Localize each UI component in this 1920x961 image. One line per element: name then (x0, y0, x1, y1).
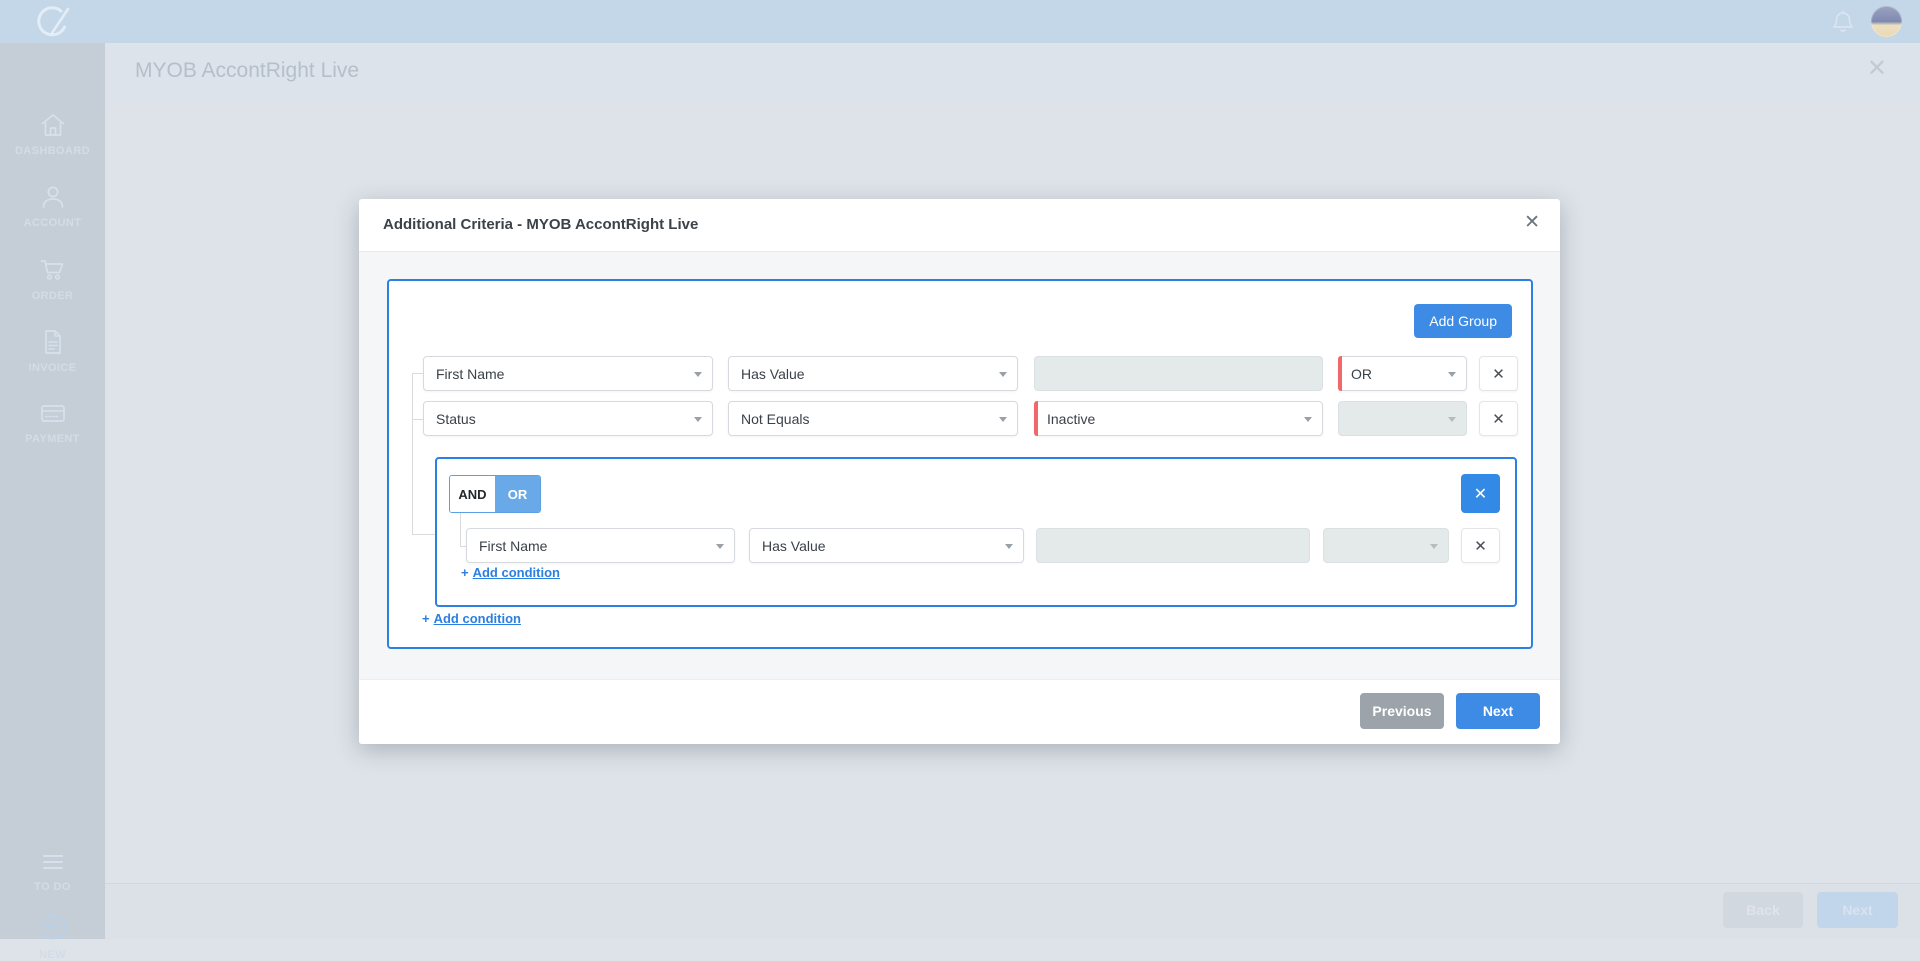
sidebar-item-order[interactable]: ORDER (0, 256, 105, 302)
previous-button[interactable]: Previous (1360, 693, 1444, 729)
sidebar-item-label: TO DO (0, 881, 105, 893)
chevron-down-icon (694, 372, 702, 377)
field-select-value: Status (436, 411, 476, 427)
sidebar-item-payment[interactable]: PAYMENT (0, 401, 105, 445)
condition-row: Status Not Equals Inactive ✕ (389, 401, 1531, 436)
next-button[interactable]: Next (1456, 693, 1540, 729)
sidebar-item-label: NEW (0, 949, 105, 961)
sidebar-item-account[interactable]: ACCOUNT (0, 183, 105, 229)
user-avatar[interactable] (1871, 6, 1902, 37)
home-icon (38, 111, 68, 139)
remove-group-button[interactable]: ✕ (1461, 474, 1500, 513)
user-icon (38, 183, 68, 211)
chevron-down-icon (694, 417, 702, 422)
plus-icon: + (422, 611, 430, 626)
sidebar-item-invoice[interactable]: INVOICE (0, 328, 105, 374)
additional-criteria-modal: Additional Criteria - MYOB AccontRight L… (359, 199, 1560, 744)
chevron-down-icon (1005, 544, 1013, 549)
sidebar-nav: DASHBOARD ACCOUNT ORDER INVOICE PAYMENT (0, 43, 105, 939)
add-group-button[interactable]: Add Group (1414, 304, 1512, 338)
sidebar-item-todo[interactable]: TO DO (0, 849, 105, 893)
next-button[interactable]: Next (1817, 892, 1898, 928)
required-indicator (1034, 401, 1038, 436)
condition-row: First Name Has Value OR ✕ (389, 356, 1531, 391)
required-indicator (1338, 356, 1342, 391)
back-button[interactable]: Back (1723, 892, 1803, 928)
add-condition-label: Add condition (434, 611, 521, 626)
conjunction-select (1338, 401, 1467, 436)
page-footer: Back Next (105, 883, 1920, 939)
sidebar-item-label: DASHBOARD (0, 145, 105, 157)
chevron-down-icon (1304, 417, 1312, 422)
field-select[interactable]: First Name (466, 528, 735, 563)
chevron-down-icon (999, 417, 1007, 422)
chevron-down-icon (716, 544, 724, 549)
operator-select[interactable]: Has Value (749, 528, 1024, 563)
value-select[interactable]: Inactive (1034, 401, 1323, 436)
chevron-down-icon (1430, 544, 1438, 549)
modal-title: Additional Criteria - MYOB AccontRight L… (383, 216, 698, 233)
operator-select[interactable]: Has Value (728, 356, 1018, 391)
sidebar-item-label: ORDER (0, 290, 105, 302)
remove-condition-button[interactable]: ✕ (1479, 356, 1518, 391)
operator-select-value: Not Equals (741, 411, 809, 427)
modal-header: Additional Criteria - MYOB AccontRight L… (359, 199, 1560, 252)
invoice-icon (38, 328, 68, 356)
value-input (1036, 528, 1310, 563)
or-toggle-button[interactable]: OR (495, 476, 540, 512)
criteria-group: Add Group First Name Has Value (387, 279, 1533, 649)
conjunction-select (1323, 528, 1449, 563)
modal-body: Add Group First Name Has Value (359, 252, 1560, 679)
operator-select-value: Has Value (762, 538, 826, 554)
chevron-down-icon (1448, 417, 1456, 422)
value-input (1034, 356, 1323, 391)
connector-line (412, 373, 413, 534)
modal-close-icon[interactable]: ✕ (1524, 213, 1540, 232)
connector-line (412, 534, 435, 535)
cart-icon (38, 256, 68, 284)
page-title: MYOB AccontRight Live (135, 59, 359, 83)
add-condition-label: Add condition (473, 565, 560, 580)
criteria-subgroup: AND OR ✕ First Name Has Value (435, 457, 1517, 607)
app-topbar (0, 0, 1920, 43)
field-select[interactable]: Status (423, 401, 713, 436)
add-condition-link[interactable]: + Add condition (422, 611, 521, 626)
remove-condition-button[interactable]: ✕ (1461, 528, 1500, 563)
app-logo-icon (28, 2, 78, 42)
condition-row: First Name Has Value ✕ (437, 528, 1515, 564)
sidebar-item-label: ACCOUNT (0, 217, 105, 229)
chevron-down-icon (1448, 372, 1456, 377)
list-icon (38, 849, 68, 875)
add-condition-link[interactable]: + Add condition (461, 565, 560, 580)
field-select[interactable]: First Name (423, 356, 713, 391)
sidebar-item-label: INVOICE (0, 362, 105, 374)
card-icon (38, 401, 68, 427)
plus-icon: + (461, 565, 469, 580)
field-select-value: First Name (436, 366, 504, 382)
plus-circle-icon (37, 911, 69, 943)
field-select-value: First Name (479, 538, 547, 554)
and-toggle-button[interactable]: AND (450, 476, 495, 512)
sidebar-item-dashboard[interactable]: DASHBOARD (0, 111, 105, 157)
page-header: MYOB AccontRight Live ✕ (105, 43, 1920, 102)
value-select-value: Inactive (1047, 411, 1095, 427)
remove-condition-button[interactable]: ✕ (1479, 401, 1518, 436)
operator-select-value: Has Value (741, 366, 805, 382)
bell-icon[interactable] (1831, 9, 1855, 35)
page-close-icon[interactable]: ✕ (1867, 57, 1887, 81)
sidebar-item-label: PAYMENT (0, 433, 105, 445)
conjunction-select[interactable]: OR (1338, 356, 1467, 391)
and-or-toggle: AND OR (449, 475, 541, 513)
sidebar-item-new[interactable]: NEW (0, 911, 105, 961)
conjunction-select-value: OR (1351, 366, 1372, 382)
chevron-down-icon (999, 372, 1007, 377)
operator-select[interactable]: Not Equals (728, 401, 1018, 436)
modal-footer: Previous Next (359, 679, 1560, 744)
